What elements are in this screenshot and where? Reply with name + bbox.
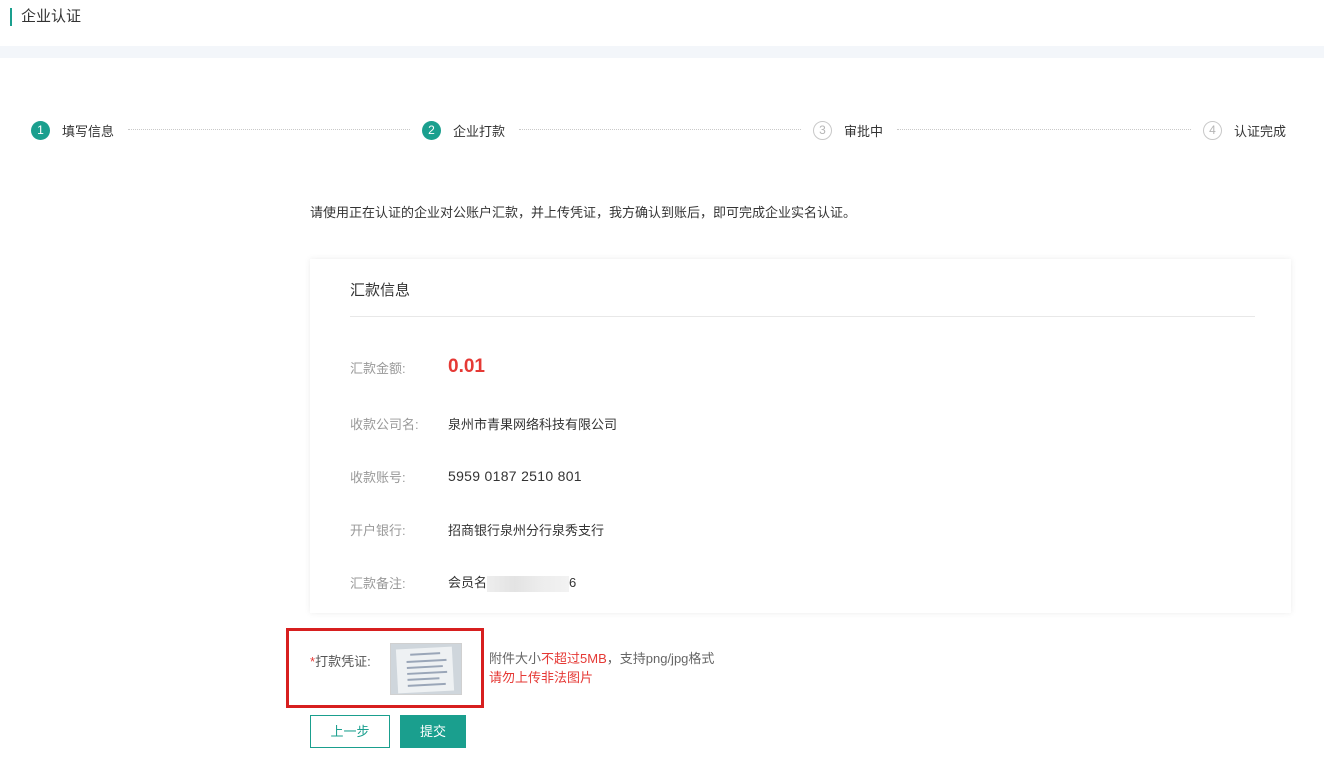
remark-prefix: 会员名	[448, 575, 488, 591]
upload-hint: 附件大小不超过5MB，支持png/jpg格式	[489, 648, 714, 667]
upload-label: *打款凭证:	[310, 651, 371, 670]
upload-warning: 请勿上传非法图片	[489, 670, 594, 685]
account-label: 收款账号:	[350, 469, 406, 485]
row-bank: 开户银行: 招商银行泉州分行泉秀支行	[350, 519, 604, 539]
step-1: 1 填写信息	[31, 118, 114, 142]
card-divider	[350, 316, 1255, 317]
step-4-label: 认证完成	[1234, 123, 1287, 139]
payment-proof-thumbnail[interactable]	[390, 643, 462, 695]
remark-label: 汇款备注:	[350, 575, 406, 591]
step-4: 4 认证完成	[1203, 118, 1286, 142]
step-4-number: 4	[1203, 120, 1222, 140]
card-title: 汇款信息	[350, 282, 411, 299]
step-3-number: 3	[813, 120, 832, 140]
step-2-label: 企业打款	[453, 123, 506, 139]
instruction-text: 请使用正在认证的企业对公账户汇款，并上传凭证，我方确认到账后，即可完成企业实名认…	[310, 205, 857, 220]
step-2-number: 2	[422, 120, 441, 140]
top-bar: 企业认证	[0, 0, 1324, 46]
step-connector-3	[897, 129, 1191, 130]
account-value: 5959 0187 2510 801	[448, 468, 582, 484]
row-remark: 汇款备注: 会员名 6	[350, 572, 576, 592]
remark-suffix: 6	[569, 575, 577, 591]
step-2: 2 企业打款	[422, 118, 505, 142]
step-connector-2	[519, 129, 801, 130]
amount-value: 0.01	[448, 356, 485, 377]
hint-prefix: 附件大小	[489, 651, 542, 666]
step-3: 3 审批中	[813, 118, 883, 142]
page-title: 企业认证	[21, 8, 82, 25]
redacted-region	[487, 575, 570, 592]
remittance-info-card: 汇款信息 汇款金额: 0.01 收款公司名: 泉州市青果网络科技有限公司 收款账…	[310, 259, 1291, 613]
payee-value: 泉州市青果网络科技有限公司	[448, 416, 618, 432]
submit-button[interactable]: 提交	[400, 715, 466, 748]
upload-label-text: 打款凭证:	[315, 654, 371, 669]
receipt-image	[395, 646, 455, 694]
payee-label: 收款公司名:	[350, 416, 419, 432]
bank-label: 开户银行:	[350, 522, 406, 538]
hint-format: ，支持png/jpg格式	[606, 651, 715, 666]
step-1-label: 填写信息	[62, 123, 115, 139]
header-divider-strip	[0, 46, 1324, 58]
row-amount: 汇款金额: 0.01	[350, 356, 485, 377]
row-payee: 收款公司名: 泉州市青果网络科技有限公司	[350, 413, 617, 433]
amount-label: 汇款金额:	[350, 360, 406, 376]
progress-steps: 1 填写信息 2 企业打款 3 审批中 4 认证完成	[0, 118, 1324, 142]
row-account: 收款账号: 5959 0187 2510 801	[350, 466, 582, 486]
title-accent-bar	[10, 8, 12, 26]
previous-step-button[interactable]: 上一步	[310, 715, 390, 748]
step-3-label: 审批中	[844, 123, 884, 139]
hint-size-limit: 不超过5MB	[541, 651, 607, 666]
step-connector-1	[128, 129, 410, 130]
remark-value: 会员名 6	[448, 572, 576, 592]
bank-value: 招商银行泉州分行泉秀支行	[448, 522, 605, 538]
step-1-number: 1	[31, 120, 50, 140]
